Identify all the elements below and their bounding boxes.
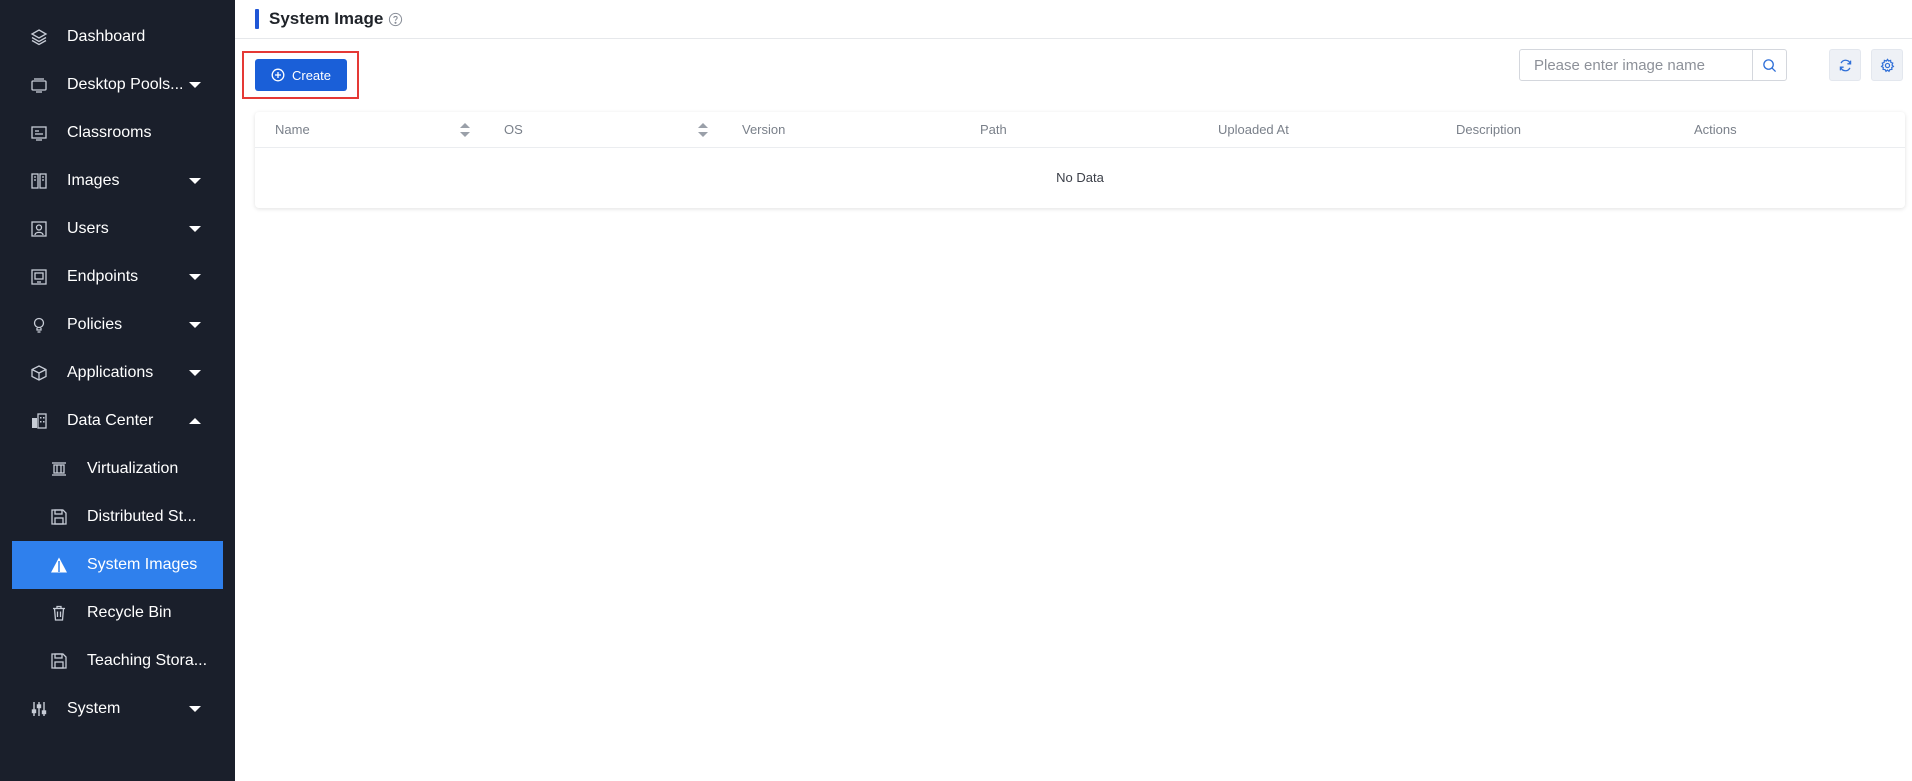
page-header: System Image — [235, 0, 1912, 39]
sidebar-item-endpoints[interactable]: Endpoints — [0, 253, 235, 301]
column-header-description: Description — [1436, 112, 1674, 148]
storage-icon — [50, 508, 68, 526]
column-header-label: Path — [980, 122, 1007, 137]
create-button[interactable]: Create — [255, 59, 347, 91]
storage-icon — [50, 652, 68, 670]
sidebar-item-data-center[interactable]: Data Center — [0, 397, 235, 445]
sidebar-item-desktop-pools[interactable]: Desktop Pools... — [0, 61, 235, 109]
sidebar-item-label: Virtualization — [87, 460, 179, 477]
column-header-label: Uploaded At — [1218, 122, 1289, 137]
column-header-label: Version — [742, 122, 786, 137]
sidebar-item-label: Teaching Stora... — [87, 652, 208, 669]
table-header: Name OS Version Path Uploaded At Descrip… — [255, 112, 1905, 148]
search-button[interactable] — [1752, 50, 1786, 80]
plus-circle-icon — [271, 68, 285, 82]
trash-icon — [50, 604, 68, 622]
app-root: Dashboard Desktop Pools... Classrooms Im… — [0, 0, 1912, 781]
sidebar-item-label: Endpoints — [67, 268, 139, 285]
column-header-version: Version — [722, 112, 960, 148]
sidebar-item-label: Policies — [67, 316, 123, 333]
search-input[interactable] — [1520, 50, 1752, 80]
users-icon — [30, 220, 48, 238]
chevron-down-icon — [189, 82, 201, 88]
sidebar-item-virtualization[interactable]: Virtualization — [0, 445, 235, 493]
server-icon — [50, 460, 68, 478]
images-icon — [30, 172, 48, 190]
column-header-name[interactable]: Name — [255, 112, 484, 148]
search-icon — [1763, 58, 1777, 72]
classroom-icon — [30, 124, 48, 142]
main-content: System Image Create Name — [235, 0, 1912, 781]
triangle-icon — [50, 556, 68, 574]
sidebar-item-label: Users — [67, 220, 109, 237]
refresh-button[interactable] — [1829, 49, 1861, 81]
buildings-icon — [30, 412, 48, 430]
column-header-os[interactable]: OS — [484, 112, 722, 148]
column-header-path: Path — [960, 112, 1198, 148]
images-table: Name OS Version Path Uploaded At Descrip… — [255, 112, 1905, 208]
chevron-down-icon — [189, 706, 201, 712]
page-title: System Image — [269, 9, 384, 28]
sidebar-item-system[interactable]: System — [0, 685, 235, 733]
sidebar-item-label: System — [67, 700, 121, 717]
chevron-down-icon — [189, 322, 201, 328]
sidebar-item-distributed-storage[interactable]: Distributed St... — [0, 493, 235, 541]
refresh-icon — [1839, 59, 1851, 71]
lightbulb-icon — [30, 316, 48, 334]
create-button-label: Create — [291, 67, 332, 83]
column-header-label: Description — [1456, 122, 1522, 137]
sidebar-item-users[interactable]: Users — [0, 205, 235, 253]
column-header-label: OS — [504, 122, 523, 137]
sidebar-item-label: System Images — [87, 556, 198, 573]
sidebar-item-label: Dashboard — [67, 28, 146, 45]
sidebar-item-classrooms[interactable]: Classrooms — [0, 109, 235, 157]
sidebar-item-applications[interactable]: Applications — [0, 349, 235, 397]
endpoints-icon — [30, 268, 48, 286]
column-header-actions: Actions — [1674, 112, 1905, 148]
search-box — [1519, 49, 1787, 81]
chevron-down-icon — [189, 274, 201, 280]
sidebar-item-label: Classrooms — [67, 124, 152, 141]
sidebar-item-label: Applications — [67, 364, 154, 381]
chevron-down-icon — [189, 226, 201, 232]
sidebar-item-dashboard[interactable]: Dashboard — [0, 13, 235, 61]
sidebar-item-label: Desktop Pools... — [67, 76, 184, 93]
sidebar-item-label: Distributed St... — [87, 508, 197, 525]
sidebar: Dashboard Desktop Pools... Classrooms Im… — [0, 0, 235, 781]
sidebar-item-label: Images — [67, 172, 120, 189]
column-header-label: Actions — [1694, 122, 1737, 137]
desktop-pools-icon — [30, 76, 48, 94]
chevron-down-icon — [189, 370, 201, 376]
sidebar-item-teaching-storage[interactable]: Teaching Stora... — [0, 637, 235, 685]
cube-icon — [30, 364, 48, 382]
layers-icon — [30, 28, 48, 46]
chevron-up-icon — [189, 418, 201, 424]
sidebar-item-label: Data Center — [67, 412, 154, 429]
sliders-icon — [30, 700, 48, 718]
sidebar-item-images[interactable]: Images — [0, 157, 235, 205]
sidebar-item-system-images[interactable]: System Images — [12, 541, 223, 589]
sort-icon[interactable] — [460, 122, 470, 137]
column-header-uploaded-at: Uploaded At — [1198, 112, 1436, 148]
table-empty-state: No Data — [1056, 169, 1104, 185]
sidebar-item-recycle-bin[interactable]: Recycle Bin — [0, 589, 235, 637]
gear-icon — [1880, 57, 1894, 72]
title-accent-bar — [255, 9, 259, 29]
sort-icon[interactable] — [698, 122, 708, 137]
question-circle-icon[interactable] — [388, 12, 403, 27]
chevron-down-icon — [189, 178, 201, 184]
settings-button[interactable] — [1871, 49, 1903, 81]
sidebar-item-label: Recycle Bin — [87, 604, 172, 621]
sidebar-item-policies[interactable]: Policies — [0, 301, 235, 349]
column-header-label: Name — [275, 122, 310, 137]
